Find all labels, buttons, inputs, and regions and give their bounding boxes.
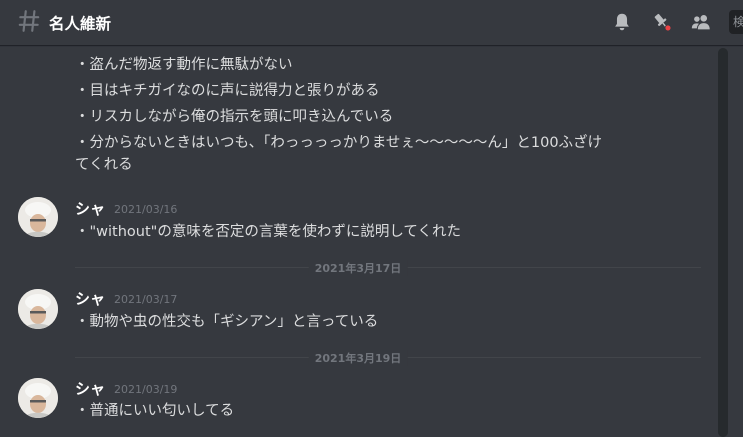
bell-icon[interactable] <box>611 11 633 33</box>
pin-icon[interactable] <box>651 11 673 33</box>
date-divider-label: 2021年3月19日 <box>308 350 408 366</box>
search-input-text: 検 <box>733 15 743 29</box>
avatar-image <box>18 197 58 237</box>
message-timestamp: 2021/03/19 <box>114 383 178 396</box>
message-text: ・動物や虫の性交も「ギシアン」と言っている <box>75 314 379 330</box>
members-icon[interactable] <box>690 11 712 33</box>
message-author[interactable]: シャ <box>75 378 105 399</box>
avatar-image <box>18 378 58 418</box>
avatar[interactable] <box>18 378 58 418</box>
scrollbar-thumb[interactable] <box>718 48 728 437</box>
message-author[interactable]: シャ <box>75 288 105 309</box>
message-text: ・"without"の意味を否定の言葉を使わずに説明してくれた <box>75 224 461 240</box>
channel-header: 名人維新 検 <box>0 0 743 45</box>
message-line: ・リスカしながら俺の指示を頭に叩き込んでいる <box>75 109 394 125</box>
message-timestamp: 2021/03/17 <box>114 293 178 306</box>
search-input[interactable]: 検 <box>729 10 743 34</box>
message-line: ・目はキチガイなのに声に説得力と張りがある <box>75 83 380 99</box>
message-list: ・盗んだ物返す動作に無駄がない ・目はキチガイなのに声に説得力と張りがある ・リ… <box>0 45 743 437</box>
message-timestamp: 2021/03/16 <box>114 203 178 216</box>
message-line: ・分からないときはいつも、「わっっっっかりませぇ〜〜〜〜〜ん」と100ふざけ <box>75 135 603 151</box>
notification-dot <box>665 25 671 31</box>
message-line: てくれる <box>75 157 133 173</box>
channel-name: 名人維新 <box>49 15 112 33</box>
hash-icon <box>18 10 40 32</box>
message-author[interactable]: シャ <box>75 198 105 219</box>
message-line: ・盗んだ物返す動作に無駄がない <box>75 57 293 73</box>
avatar-image <box>18 289 58 329</box>
message-text: ・普通にいい匂いしてる <box>75 403 235 419</box>
avatar[interactable] <box>18 197 58 237</box>
date-divider-label: 2021年3月17日 <box>308 260 408 276</box>
avatar[interactable] <box>18 289 58 329</box>
